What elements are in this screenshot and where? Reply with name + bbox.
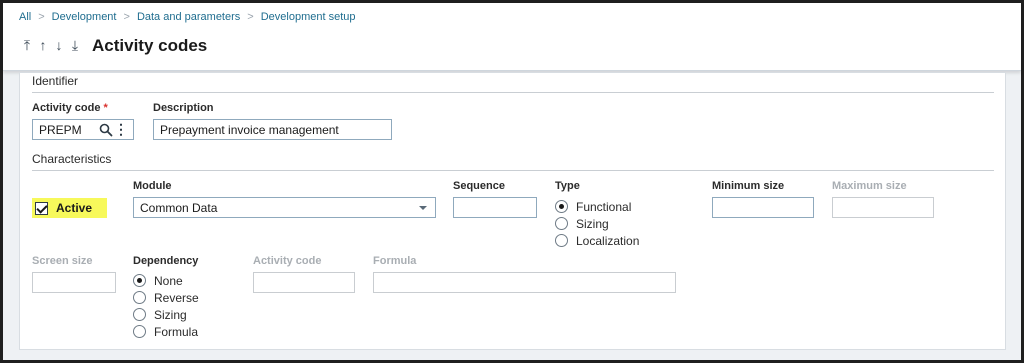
- next-record-icon[interactable]: ↓: [53, 38, 65, 52]
- type-label: Type: [555, 180, 580, 192]
- section-identifier-title: Identifier: [32, 74, 79, 88]
- sequence-label: Sequence: [453, 180, 505, 192]
- radio-unchecked[interactable]: [133, 325, 146, 338]
- page-title: Activity codes: [92, 36, 208, 55]
- dependency-option-none[interactable]: None: [133, 272, 183, 289]
- radio-label: Sizing: [576, 216, 609, 231]
- type-option-sizing[interactable]: Sizing: [555, 215, 609, 232]
- radio-checked[interactable]: [133, 274, 146, 287]
- dependency-option-sizing[interactable]: Sizing: [133, 306, 187, 323]
- form-panel: Identifier Activity code * PREPM ⋮ Descri…: [19, 72, 1006, 350]
- header-bar: All > Development > Data and parameters …: [3, 3, 1021, 71]
- minimum-size-field[interactable]: [712, 197, 814, 218]
- radio-checked[interactable]: [555, 200, 568, 213]
- chevron-down-icon[interactable]: [419, 206, 427, 210]
- required-marker: *: [103, 102, 108, 114]
- chevron-right-icon: >: [38, 11, 45, 23]
- section-characteristics-title: Characteristics: [32, 152, 112, 166]
- previous-record-icon[interactable]: ↑: [37, 38, 49, 52]
- radio-unchecked[interactable]: [133, 308, 146, 321]
- activity-code-field[interactable]: PREPM ⋮: [32, 119, 134, 140]
- dependency-option-reverse[interactable]: Reverse: [133, 289, 199, 306]
- radio-unchecked[interactable]: [555, 217, 568, 230]
- screen-size-field: [32, 272, 116, 293]
- type-option-functional[interactable]: Functional: [555, 198, 631, 215]
- active-label: Active: [56, 201, 93, 215]
- last-record-icon[interactable]: ⤓: [69, 38, 81, 52]
- sequence-field[interactable]: [453, 197, 537, 218]
- dependency-option-formula[interactable]: Formula: [133, 323, 198, 340]
- radio-label: Functional: [576, 199, 632, 214]
- breadcrumb-development-setup[interactable]: Development setup: [261, 11, 356, 23]
- radio-label: Sizing: [154, 307, 187, 322]
- breadcrumb: All > Development > Data and parameters …: [19, 11, 356, 23]
- type-option-localization[interactable]: Localization: [555, 232, 639, 249]
- first-record-icon[interactable]: ⤒: [21, 38, 33, 52]
- module-select[interactable]: Common Data: [133, 197, 436, 218]
- description-value: Prepayment invoice management: [160, 122, 339, 137]
- radio-label: Reverse: [154, 290, 199, 305]
- formula-field: [373, 272, 676, 293]
- formula-label: Formula: [373, 255, 417, 267]
- description-field[interactable]: Prepayment invoice management: [153, 119, 392, 140]
- radio-label: Formula: [154, 324, 199, 339]
- active-checkbox[interactable]: Active: [32, 198, 107, 218]
- record-navigation: ⤒ ↑ ↓ ⤓: [21, 38, 81, 52]
- radio-label: None: [154, 273, 183, 288]
- chevron-right-icon: >: [123, 11, 130, 23]
- maximum-size-label: Maximum size: [832, 180, 907, 192]
- description-label: Description: [153, 102, 214, 114]
- chevron-right-icon: >: [247, 11, 254, 23]
- breadcrumb-data-and-parameters[interactable]: Data and parameters: [137, 11, 240, 23]
- module-label: Module: [133, 180, 172, 192]
- checkbox-checked[interactable]: [35, 201, 48, 215]
- section-divider: [32, 92, 994, 93]
- module-value: Common Data: [140, 200, 218, 215]
- dependency-activity-code-label: Activity code: [253, 255, 322, 267]
- screen-size-label: Screen size: [32, 255, 93, 267]
- dependency-activity-code-field: [253, 272, 355, 293]
- radio-label: Localization: [576, 233, 640, 248]
- more-options-icon[interactable]: ⋮: [114, 122, 128, 137]
- radio-unchecked[interactable]: [555, 234, 568, 247]
- breadcrumb-development[interactable]: Development: [52, 11, 117, 23]
- dependency-label: Dependency: [133, 255, 199, 267]
- radio-unchecked[interactable]: [133, 291, 146, 304]
- minimum-size-label: Minimum size: [712, 180, 785, 192]
- breadcrumb-all[interactable]: All: [19, 11, 31, 23]
- maximum-size-field: [832, 197, 934, 218]
- activity-code-value: PREPM: [39, 122, 82, 137]
- section-divider: [32, 170, 994, 171]
- activity-code-label: Activity code *: [32, 102, 108, 114]
- search-icon[interactable]: [99, 123, 113, 137]
